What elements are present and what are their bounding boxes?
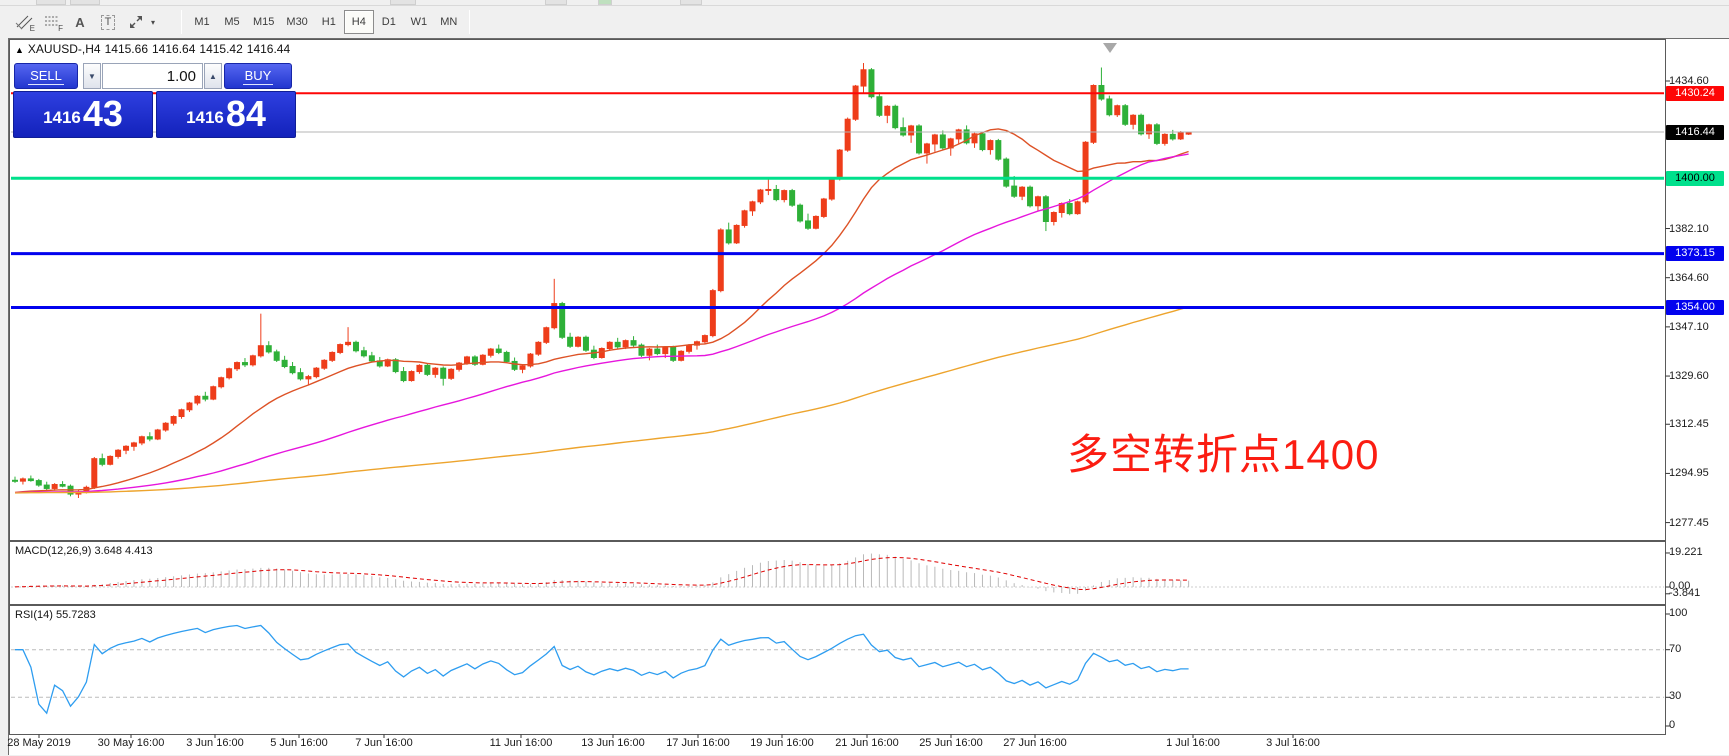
rsi-indicator-label: RSI(14) 55.7283	[15, 609, 96, 621]
toolbar: EFAT ▾ M1M5M15M30H1H4D1W1MN	[0, 6, 1729, 38]
timeframe-buttons-group: M1M5M15M30H1H4D1W1MN	[176, 6, 475, 38]
sell-price-display[interactable]: 141643	[13, 91, 153, 138]
chart-canvas[interactable]	[9, 39, 1729, 756]
time-axis-label: 3 Jul 16:00	[1266, 737, 1320, 749]
time-axis-label: 1 Jul 16:00	[1166, 737, 1220, 749]
buy-price-display[interactable]: 141684	[156, 91, 296, 138]
textbox-t-icon[interactable]: T	[94, 9, 122, 35]
time-axis-label: 3 Jun 16:00	[186, 737, 244, 749]
equidistant-channel-e-icon[interactable]: E	[10, 9, 38, 35]
price-tick-label: 1312.45	[1669, 417, 1729, 431]
timeframe-button-h1[interactable]: H1	[314, 10, 344, 34]
chart-window[interactable]: ▲XAUUSD-,H41415.661416.641415.421416.44 …	[8, 38, 1729, 755]
timeframe-button-d1[interactable]: D1	[374, 10, 404, 34]
text-a-icon[interactable]: A	[66, 9, 94, 35]
time-axis-label: 19 Jun 16:00	[750, 737, 814, 749]
time-axis-label: 17 Jun 16:00	[666, 737, 730, 749]
rsi-tick-label: 0	[1669, 719, 1675, 731]
arrows-dropdown-caret[interactable]: ▾	[151, 18, 155, 27]
sell-button[interactable]: SELL	[14, 63, 78, 89]
close-value: 1416.44	[247, 42, 290, 56]
timeframe-button-m15[interactable]: M15	[247, 10, 280, 34]
fibonacci-f-icon[interactable]: F	[38, 9, 66, 35]
chart-text-annotation: 多空转折点1400	[1067, 421, 1379, 482]
time-axis-label: 5 Jun 16:00	[270, 737, 328, 749]
low-value: 1415.42	[199, 42, 242, 56]
price-level-badge: 1430.24	[1666, 86, 1724, 101]
collapse-arrow-icon[interactable]: ▲	[15, 45, 24, 55]
buy-button[interactable]: BUY	[224, 63, 292, 89]
price-level-badge: 1400.00	[1666, 171, 1724, 186]
volume-increase-button[interactable]: ▲	[204, 63, 222, 89]
current-price-badge: 1416.44	[1666, 125, 1724, 140]
time-axis-label: 11 Jun 16:00	[490, 737, 553, 749]
time-axis-label: 13 Jun 16:00	[581, 737, 645, 749]
symbol-timeframe-label: XAUUSD-,H4	[28, 42, 101, 56]
timeframe-button-mn[interactable]: MN	[434, 10, 464, 34]
chart-ohlc-title: ▲ XAUUSD-,H4 1415.66 1416.64 1415.42 1416.44	[15, 42, 294, 56]
price-level-badge: 1354.00	[1666, 300, 1724, 315]
rsi-tick-label: 30	[1669, 690, 1681, 702]
time-axis-label: 27 Jun 16:00	[1003, 737, 1067, 749]
time-axis-label: 21 Jun 16:00	[835, 737, 899, 749]
drawing-tools-group: EFAT ▾	[10, 6, 155, 38]
timeframe-button-m5[interactable]: M5	[217, 10, 247, 34]
price-tick-label: 1277.45	[1669, 516, 1729, 530]
time-axis-label: 7 Jun 16:00	[355, 737, 413, 749]
time-axis-label: 28 May 2019	[7, 737, 71, 749]
timeframe-button-h4[interactable]: H4	[344, 10, 374, 34]
one-click-trading-panel: SELL ▼ ▲ BUY 141643 141684	[13, 61, 301, 139]
price-tick-label: 1364.60	[1669, 271, 1729, 285]
timeframe-button-m1[interactable]: M1	[187, 10, 217, 34]
timeframe-button-w1[interactable]: W1	[404, 10, 434, 34]
price-level-badge: 1373.15	[1666, 246, 1724, 261]
rsi-tick-label: 70	[1669, 643, 1681, 655]
price-tick-label: 1294.95	[1669, 466, 1729, 480]
volume-input[interactable]	[102, 63, 203, 89]
macd-tick-label: -3.841	[1669, 587, 1700, 599]
high-value: 1416.64	[152, 42, 195, 56]
volume-decrease-button[interactable]: ▼	[83, 63, 101, 89]
timeframe-button-m30[interactable]: M30	[280, 10, 313, 34]
time-axis-label: 30 May 16:00	[98, 737, 165, 749]
price-tick-label: 1347.10	[1669, 320, 1729, 334]
price-tick-label: 1329.60	[1669, 369, 1729, 383]
time-axis-label: 25 Jun 16:00	[919, 737, 983, 749]
rsi-tick-label: 100	[1669, 607, 1687, 619]
open-value: 1415.66	[105, 42, 148, 56]
price-tick-label: 1382.10	[1669, 222, 1729, 236]
arrows-icon[interactable]	[122, 9, 150, 35]
macd-tick-label: 19.221	[1669, 546, 1703, 558]
macd-indicator-label: MACD(12,26,9) 3.648 4.413	[15, 545, 153, 557]
